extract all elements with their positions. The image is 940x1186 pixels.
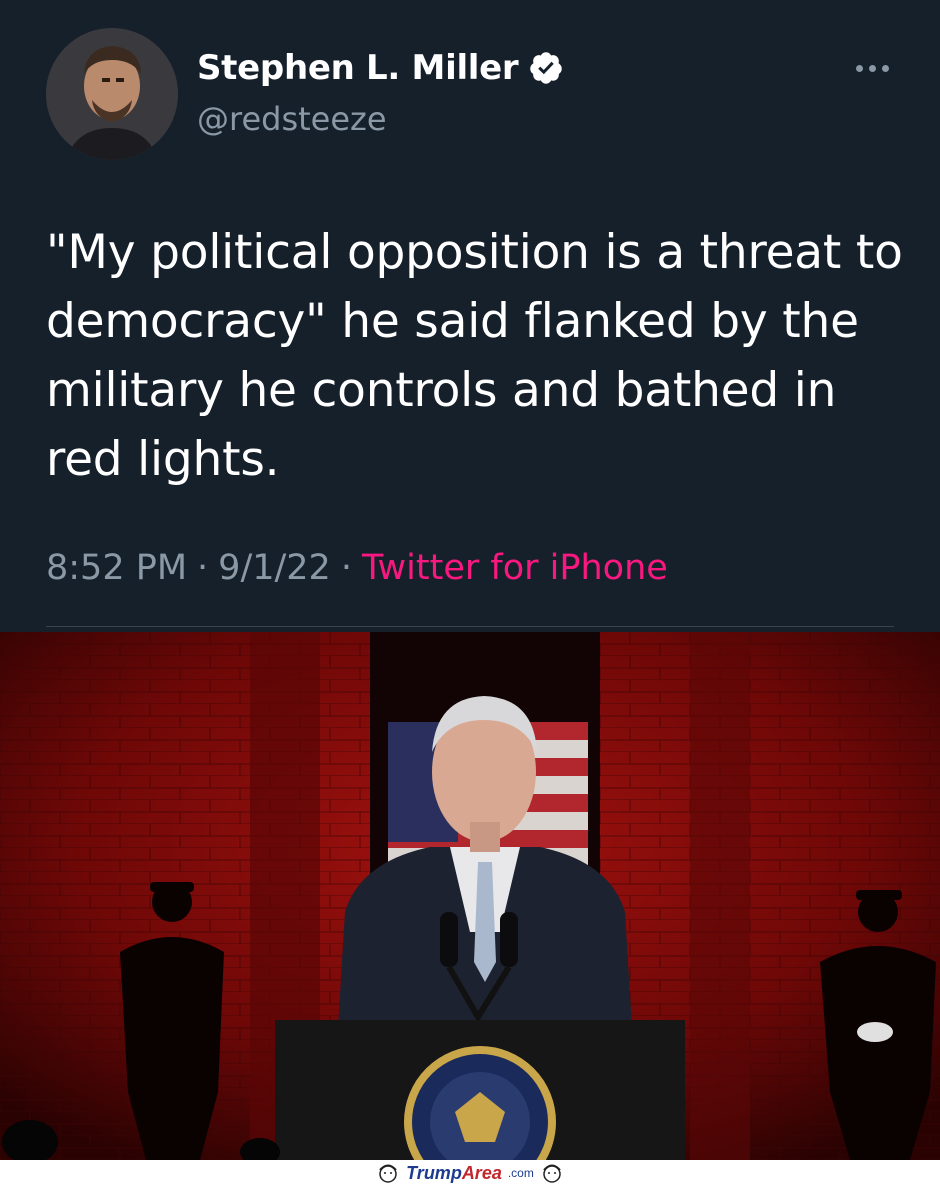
author-row: Stephen L. Miller <box>197 48 564 88</box>
divider <box>46 626 894 627</box>
more-options-icon[interactable] <box>856 58 896 78</box>
watermark-bar: TrumpArea .com <box>0 1160 940 1186</box>
watermark-logo[interactable]: TrumpArea <box>406 1163 502 1184</box>
display-name[interactable]: Stephen L. Miller <box>197 48 519 88</box>
attached-photo[interactable] <box>0 632 940 1160</box>
tweet-card: Stephen L. Miller @redsteeze "My politic… <box>0 0 940 632</box>
avatar-photo <box>46 28 178 160</box>
avatar[interactable] <box>46 28 178 160</box>
speech-scene-image <box>0 632 940 1160</box>
tweet-time[interactable]: 8:52 PM <box>46 548 187 588</box>
username-handle[interactable]: @redsteeze <box>197 100 387 138</box>
verified-badge-icon <box>530 52 563 84</box>
watermark-suffix: .com <box>507 1166 534 1180</box>
separator: · <box>340 548 352 588</box>
cartoon-face-icon <box>379 1164 397 1183</box>
tweet-source-link[interactable]: Twitter for iPhone <box>362 548 668 588</box>
tweet-date[interactable]: 9/1/22 <box>218 548 331 588</box>
tweet-text: "My political opposition is a threat to … <box>46 225 903 487</box>
watermark-brand-trump: Trump <box>406 1162 462 1183</box>
separator: · <box>197 548 209 588</box>
cartoon-face-icon <box>543 1164 561 1183</box>
watermark-brand-area: Area <box>461 1162 502 1183</box>
tweet-metadata: 8:52 PM · 9/1/22 · Twitter for iPhone <box>46 548 668 588</box>
